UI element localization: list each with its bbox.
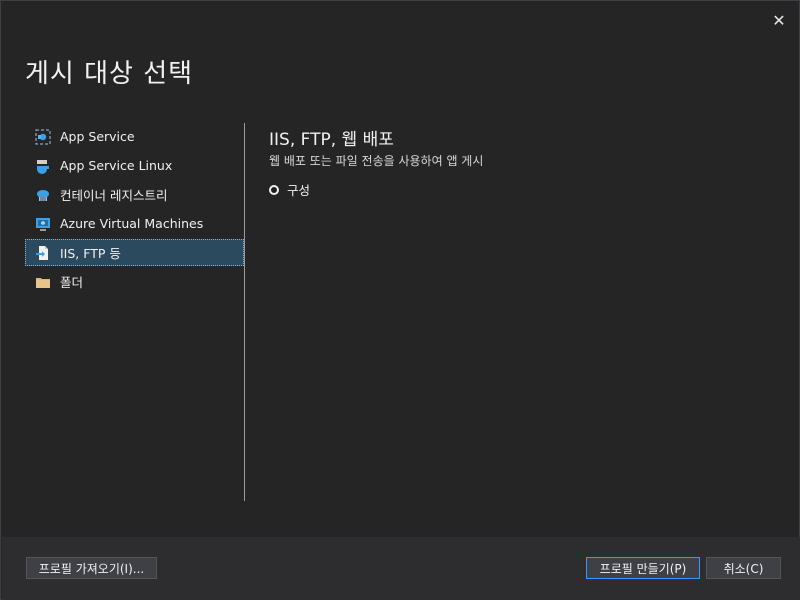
import-profile-button[interactable]: 프로필 가져오기(I)... — [26, 557, 157, 579]
publish-dialog: ✕ 게시 대상 선택 App Service App Service Linux… — [0, 0, 800, 600]
sidebar-item-azure-vm[interactable]: Azure Virtual Machines — [25, 210, 244, 237]
dialog-title: 게시 대상 선택 — [25, 59, 194, 89]
close-icon: ✕ — [772, 10, 786, 30]
close-button[interactable]: ✕ — [767, 9, 791, 31]
target-list: App Service App Service Linux 컨테이너 레지스트리… — [25, 123, 244, 297]
folder-icon — [34, 273, 52, 291]
panel-divider — [244, 123, 245, 501]
container-registry-icon — [34, 186, 52, 204]
cancel-button[interactable]: 취소(C) — [706, 557, 781, 579]
app-service-icon — [34, 128, 52, 146]
create-profile-button[interactable]: 프로필 만들기(P) — [586, 557, 700, 579]
detail-description: 웹 배포 또는 파일 전송을 사용하여 앱 게시 — [269, 154, 484, 168]
sidebar-item-iis-ftp[interactable]: IIS, FTP 등 — [25, 239, 244, 266]
configure-radio[interactable] — [269, 184, 279, 195]
detail-panel: IIS, FTP, 웹 배포 웹 배포 또는 파일 전송을 사용하여 앱 게시 — [269, 125, 483, 169]
sidebar-item-label: App Service Linux — [60, 158, 173, 173]
configure-label: 구성 — [287, 183, 311, 198]
sidebar-item-app-service-linux[interactable]: App Service Linux — [25, 152, 244, 179]
sidebar-item-label: 컨테이너 레지스트리 — [60, 188, 168, 203]
sidebar-item-label: IIS, FTP 등 — [60, 246, 121, 261]
configure-option[interactable]: 구성 — [269, 180, 310, 199]
dialog-footer: 프로필 가져오기(I)... 프로필 만들기(P) 취소(C) — [2, 537, 800, 600]
detail-title: IIS, FTP, 웹 배포 — [269, 130, 394, 150]
sidebar-item-container-registry[interactable]: 컨테이너 레지스트리 — [25, 181, 244, 208]
virtual-machine-icon — [34, 215, 52, 233]
sidebar-item-label: App Service — [60, 129, 135, 144]
sidebar-item-label: 폴더 — [60, 275, 84, 290]
app-service-linux-icon — [34, 157, 52, 175]
sidebar-item-app-service[interactable]: App Service — [25, 123, 244, 150]
sidebar-item-folder[interactable]: 폴더 — [25, 268, 244, 295]
iis-ftp-icon — [34, 244, 52, 262]
sidebar-item-label: Azure Virtual Machines — [60, 216, 204, 231]
